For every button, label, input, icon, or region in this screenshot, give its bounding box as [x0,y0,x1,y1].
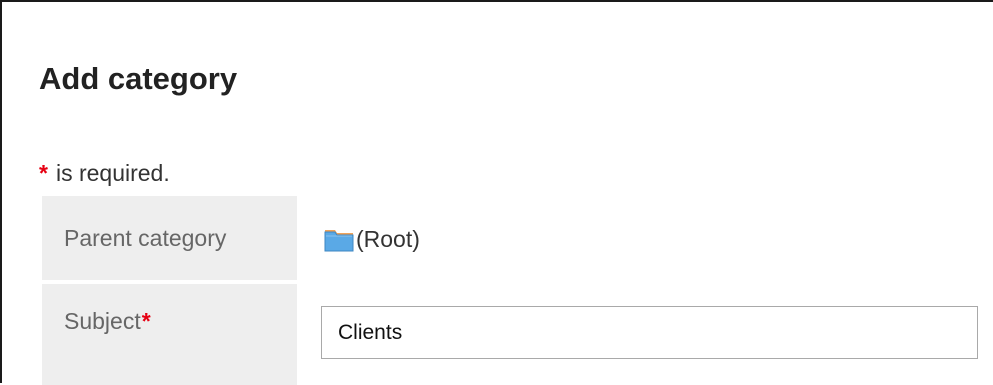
dialog-frame: Add category * is required. Parent catego… [0,0,993,385]
parent-category-value: (Root) [324,223,420,255]
required-note: * is required. [39,158,170,188]
parent-category-root-text: (Root) [356,225,420,252]
subject-label: Subject [64,308,141,334]
required-asterisk: * [39,160,48,186]
subject-input[interactable] [321,306,978,359]
subject-label-cell: Subject* [42,284,297,385]
page-title: Add category [39,61,238,96]
subject-required-asterisk: * [141,308,151,334]
parent-category-label: Parent category [64,225,227,251]
parent-category-label-cell: Parent category [42,196,297,280]
required-note-text: is required. [55,160,170,186]
folder-icon [324,226,354,252]
